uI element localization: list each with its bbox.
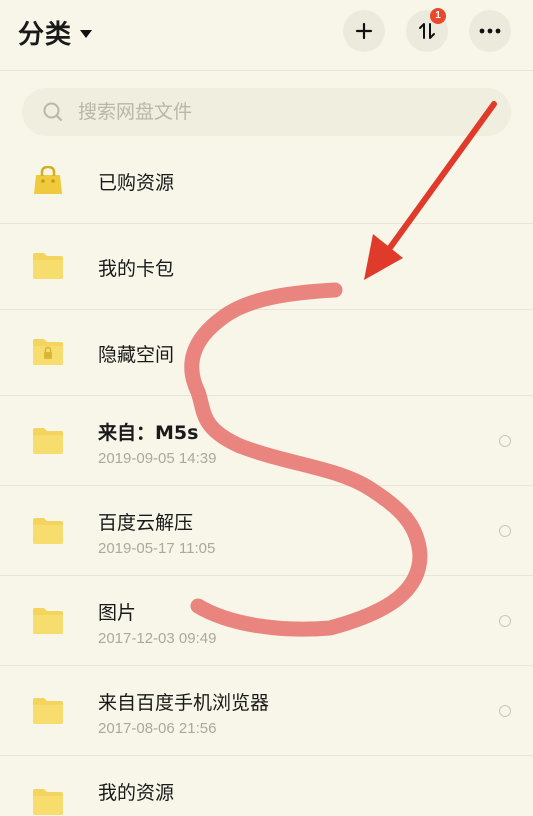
transfer-badge: 1 (430, 8, 446, 24)
select-radio[interactable] (499, 705, 511, 717)
list-item[interactable]: 已购资源 (0, 138, 533, 224)
item-name: 我的卡包 (98, 258, 175, 280)
list-item[interactable]: 隐藏空间 (0, 310, 533, 396)
locked-folder-icon (33, 339, 63, 365)
select-radio[interactable] (499, 435, 511, 447)
more-icon (479, 28, 501, 34)
list-item[interactable]: 百度云解压 2019-05-17 11:05 (0, 486, 533, 576)
transfer-icon (419, 23, 435, 39)
list-item[interactable]: 来自：M5s 2019-09-05 14:39 (0, 396, 533, 486)
chevron-down-icon (80, 29, 93, 38)
transfer-list-button[interactable]: 1 (406, 8, 448, 52)
list-item[interactable]: 我的资源 (0, 756, 533, 816)
item-name: 百度云解压 (98, 512, 194, 534)
item-name: 来自百度手机浏览器 (98, 692, 270, 714)
item-date: 2019-05-17 11:05 (98, 540, 216, 557)
item-date: 2019-09-05 14:39 (98, 450, 217, 467)
item-name: 图片 (98, 602, 137, 624)
folder-icon (33, 608, 63, 634)
list-item[interactable]: 图片 2017-12-03 09:49 (0, 576, 533, 666)
add-button[interactable] (343, 10, 385, 52)
shopping-bag-icon (34, 166, 62, 194)
file-list: 已购资源 我的卡包 隐藏空间 来自：M5s 2019-09-05 14:39 百… (0, 138, 533, 816)
header-divider (0, 70, 533, 71)
more-button[interactable] (469, 10, 511, 52)
search-bar[interactable] (22, 88, 511, 136)
folder-icon (33, 253, 63, 279)
item-date: 2017-12-03 09:49 (98, 630, 217, 647)
list-item[interactable]: 来自百度手机浏览器 2017-08-06 21:56 (0, 666, 533, 756)
item-name: 已购资源 (98, 172, 175, 194)
item-date: 2017-08-06 21:56 (98, 720, 217, 737)
item-name: 隐藏空间 (98, 344, 175, 366)
folder-icon (33, 698, 63, 724)
plus-icon (355, 22, 373, 40)
folder-icon (33, 428, 63, 454)
search-input[interactable] (76, 100, 480, 124)
select-radio[interactable] (499, 525, 511, 537)
folder-icon (33, 789, 63, 815)
item-name: 来自：M5s (98, 422, 199, 444)
select-radio[interactable] (499, 615, 511, 627)
list-item[interactable]: 我的卡包 (0, 224, 533, 310)
page-title: 分类 (18, 20, 73, 50)
folder-icon (33, 518, 63, 544)
category-dropdown[interactable]: 分类 (18, 14, 93, 51)
top-bar: 分类 1 (0, 0, 533, 68)
search-icon (43, 102, 62, 121)
item-name: 我的资源 (98, 782, 175, 804)
